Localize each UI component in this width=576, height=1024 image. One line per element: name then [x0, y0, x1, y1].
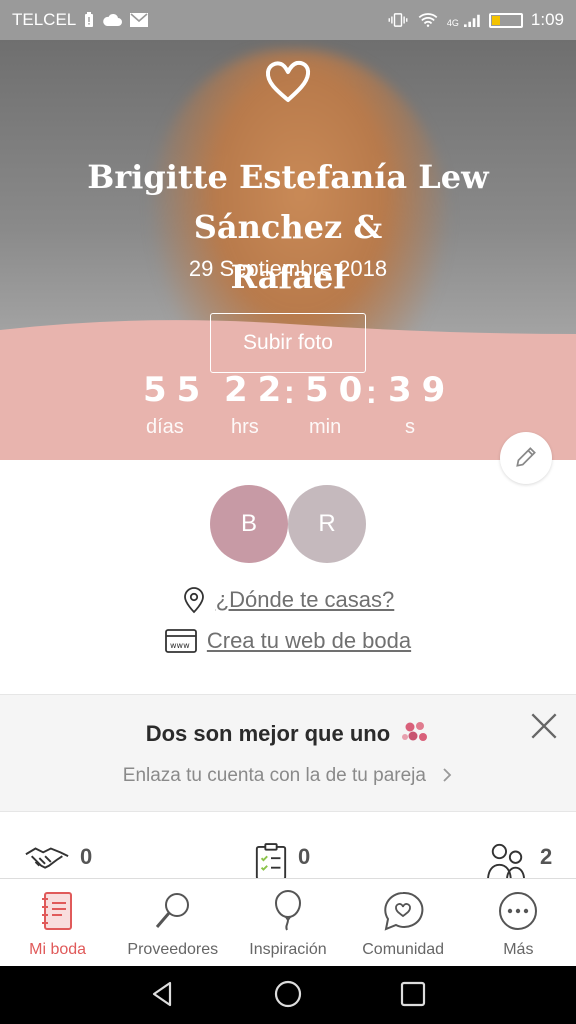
countdown: 55 22 : 50 : 39 días hrs min s: [0, 370, 576, 450]
wedding-website-link-label: Crea tu web de boda: [206, 628, 412, 653]
location-link-label: ¿Dónde te casas?: [215, 587, 395, 612]
countdown-seconds: 39: [388, 370, 456, 410]
countdown-hours-label: hrs: [231, 416, 259, 438]
signal-icon: [463, 14, 480, 27]
nav-comunidad[interactable]: Comunidad: [346, 879, 461, 966]
edit-button[interactable]: [500, 432, 552, 484]
couple-name-line1: Brigitte Estefanía Lew Sánchez &: [87, 158, 489, 246]
close-icon: [531, 713, 557, 738]
system-navigation-bar: [0, 966, 576, 1024]
wedding-stats: 0 0 2: [0, 812, 576, 878]
guests-icon: [487, 843, 525, 878]
home-button[interactable]: [268, 975, 308, 1015]
nav-mi-boda[interactable]: Mi boda: [0, 879, 115, 966]
balloon-icon: [274, 890, 301, 931]
clock: 1:09: [530, 10, 564, 29]
nav-label: Inspiración: [249, 941, 327, 958]
web-browser-icon: www: [164, 629, 197, 653]
upload-photo-button[interactable]: Subir foto: [210, 313, 366, 373]
back-triangle-icon: [152, 981, 171, 1006]
countdown-days: 55: [143, 370, 211, 410]
stat-tasks[interactable]: 0: [254, 842, 310, 878]
close-banner-button[interactable]: [528, 711, 560, 743]
nav-inspiracion[interactable]: Inspiración: [230, 879, 345, 966]
svg-text:www: www: [170, 641, 190, 650]
status-bar: TELCEL 4G 1:09: [0, 0, 576, 40]
stat-vendors[interactable]: 0: [24, 842, 92, 878]
nav-mas[interactable]: Más: [461, 879, 576, 966]
notebook-icon: [41, 892, 72, 930]
flowers-icon: [402, 722, 428, 741]
battery-alert-icon: [85, 12, 94, 27]
home-circle-icon: [274, 980, 302, 1007]
cloud-icon: [103, 13, 123, 26]
stat-vendors-value: 0: [80, 844, 93, 869]
countdown-hours: 22: [224, 370, 292, 410]
stat-guests-value: 2: [540, 844, 553, 869]
countdown-separator: :: [284, 374, 295, 410]
chevron-right-icon: [443, 768, 452, 782]
nav-label: Mi boda: [29, 941, 87, 958]
avatar[interactable]: R: [288, 485, 366, 563]
countdown-seconds-label: s: [405, 416, 415, 438]
back-button[interactable]: [143, 975, 183, 1015]
wedding-website-link[interactable]: www Crea tu web de boda: [0, 628, 576, 654]
heart-icon: [265, 60, 311, 102]
promo-subtitle: Enlaza tu cuenta con la de tu pareja: [122, 765, 426, 786]
battery-icon: [488, 12, 523, 28]
promo-title: Dos son mejor que uno: [0, 719, 576, 747]
nav-label: Comunidad: [362, 941, 445, 958]
partner-link-banner: Dos son mejor que uno Enlaza tu cuenta c…: [0, 694, 576, 812]
avatar[interactable]: B: [210, 485, 288, 563]
recents-square-icon: [401, 981, 426, 1006]
network-type: 4G: [446, 18, 459, 28]
recents-button[interactable]: [393, 975, 433, 1015]
promo-title-text: Dos son mejor que uno: [145, 721, 391, 746]
nav-proveedores[interactable]: Proveedores: [115, 879, 230, 966]
nav-label: Proveedores: [127, 941, 219, 958]
location-pin-icon: [183, 587, 204, 614]
stat-guests[interactable]: 2: [484, 842, 552, 878]
countdown-days-label: días: [146, 416, 184, 438]
carrier-label: TELCEL: [12, 10, 77, 29]
countdown-separator: :: [366, 374, 377, 410]
mail-icon: [130, 13, 149, 27]
chat-heart-icon: [384, 891, 424, 931]
more-icon: [499, 892, 538, 930]
pencil-icon: [516, 446, 536, 467]
wifi-icon: [418, 13, 438, 27]
search-icon: [155, 893, 189, 928]
wedding-date: 29 Septiembre 2018: [188, 256, 388, 281]
stat-tasks-value: 0: [298, 844, 311, 869]
checklist-icon: [255, 843, 287, 878]
nav-label: Más: [503, 941, 534, 958]
countdown-minutes: 50: [305, 370, 373, 410]
wedding-hero: Brigitte Estefanía Lew Sánchez & Rafael …: [0, 40, 576, 460]
countdown-minutes-label: min: [309, 416, 342, 438]
promo-subtitle-link[interactable]: Enlaza tu cuenta con la de tu pareja: [0, 765, 576, 787]
location-link[interactable]: ¿Dónde te casas?: [0, 586, 576, 614]
bottom-navigation: Mi boda Proveedores Inspiración Comunida…: [0, 878, 576, 966]
vibrate-icon: [388, 13, 408, 27]
handshake-icon: [25, 847, 69, 869]
